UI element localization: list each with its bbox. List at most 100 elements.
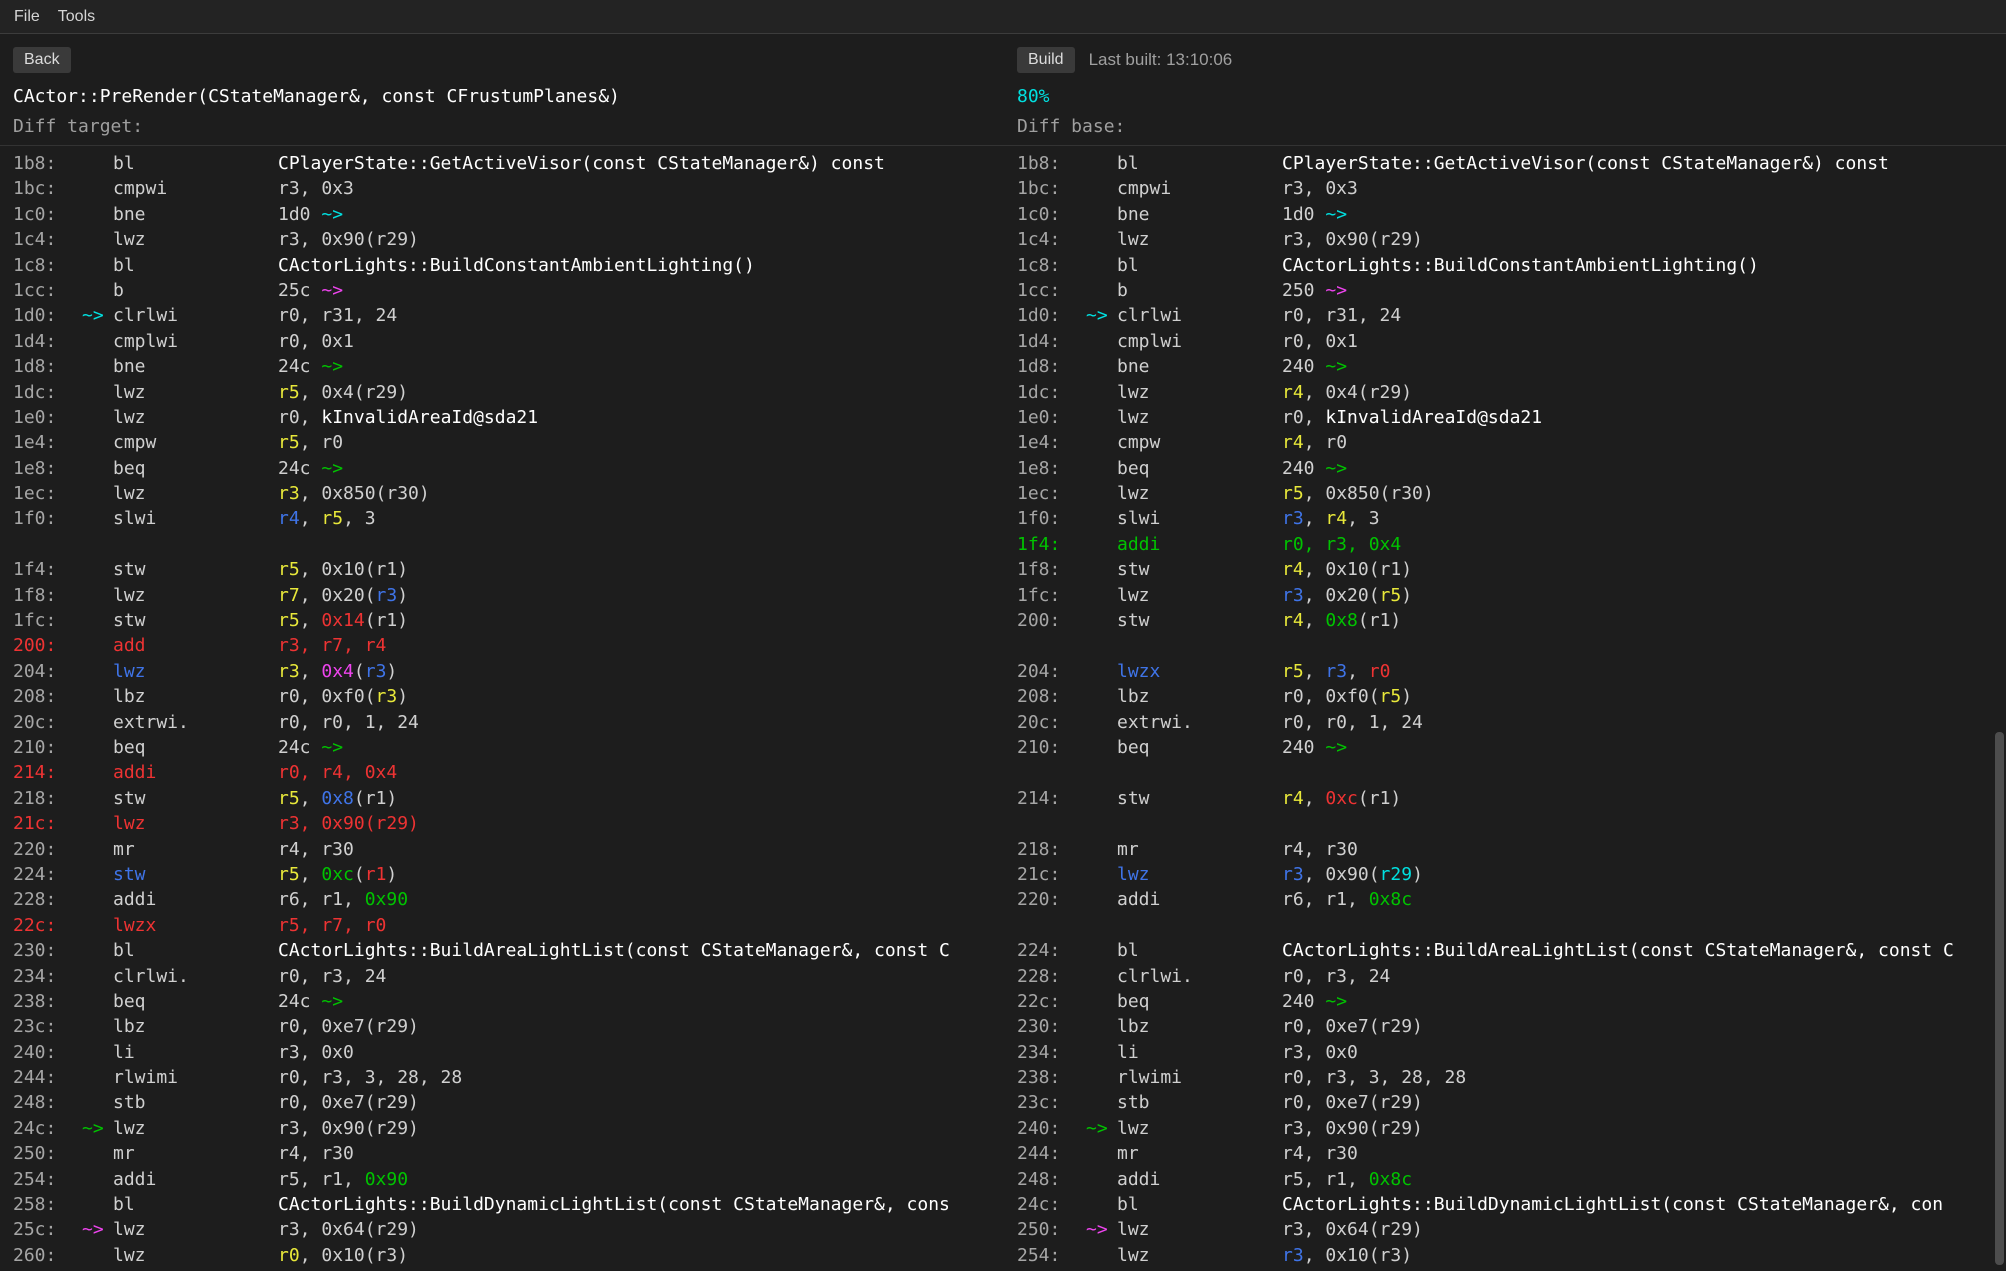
asm-row[interactable]: 1e0:lwzr0, kInvalidAreaId@sda21 [1017, 405, 1990, 430]
asm-row[interactable]: 208:lbzr0, 0xf0(r5) [1017, 684, 1990, 709]
asm-row[interactable]: 21c:lwzr3, 0x90(r29) [13, 811, 1003, 836]
asm-row[interactable]: 240:lir3, 0x0 [13, 1040, 1003, 1065]
asm-row[interactable]: 254:addir5, r1, 0x90 [13, 1167, 1003, 1192]
asm-token: r3 [1282, 1245, 1304, 1266]
asm-row[interactable]: 1fc:stwr5, 0x14(r1) [13, 608, 1003, 633]
asm-row[interactable]: 204:lwzxr5, r3, r0 [1017, 659, 1990, 684]
asm-row[interactable]: 210:beq24c ~> [13, 735, 1003, 760]
asm-row[interactable]: 214:stwr4, 0xc(r1) [1017, 786, 1990, 811]
asm-row[interactable]: 1ec:lwzr3, 0x850(r30) [13, 481, 1003, 506]
asm-row[interactable]: 228:clrlwi.r0, r3, 24 [1017, 964, 1990, 989]
asm-row[interactable]: 220:mrr4, r30 [13, 837, 1003, 862]
asm-row[interactable]: 234:clrlwi.r0, r3, 24 [13, 964, 1003, 989]
asm-row[interactable]: 250:mrr4, r30 [13, 1141, 1003, 1166]
asm-row[interactable]: 248:addir5, r1, 0x8c [1017, 1167, 1990, 1192]
asm-row[interactable]: 1ec:lwzr5, 0x850(r30) [1017, 481, 1990, 506]
asm-row[interactable]: 240:~>lwzr3, 0x90(r29) [1017, 1116, 1990, 1141]
scrollbar[interactable] [1995, 34, 2004, 1271]
asm-row[interactable]: 21c:lwzr3, 0x90(r29) [1017, 862, 1990, 887]
asm-row[interactable]: 250:~>lwzr3, 0x64(r29) [1017, 1217, 1990, 1242]
asm-row[interactable]: 244:rlwimir0, r3, 3, 28, 28 [13, 1065, 1003, 1090]
asm-row[interactable]: 1d8:bne24c ~> [13, 354, 1003, 379]
asm-row[interactable]: 1f8:stwr4, 0x10(r1) [1017, 557, 1990, 582]
asm-row[interactable]: 214:addir0, r4, 0x4 [13, 760, 1003, 785]
asm-row[interactable]: 238:beq24c ~> [13, 989, 1003, 1014]
asm-token: r5 [321, 508, 343, 529]
asm-row[interactable]: 1d0:~>clrlwir0, r31, 24 [13, 303, 1003, 328]
asm-row[interactable]: 234:lir3, 0x0 [1017, 1040, 1990, 1065]
asm-row[interactable]: 260:lwzr0, 0x10(r3) [13, 1243, 1003, 1268]
asm-row[interactable]: 22c:beq240 ~> [1017, 989, 1990, 1014]
asm-row[interactable]: 1cc:b25c ~> [13, 278, 1003, 303]
asm-row[interactable]: 1dc:lwzr5, 0x4(r29) [13, 380, 1003, 405]
asm-row[interactable]: 1bc:cmpwir3, 0x3 [13, 176, 1003, 201]
asm-row[interactable]: 1dc:lwzr4, 0x4(r29) [1017, 380, 1990, 405]
asm-row[interactable]: 1d0:~>clrlwir0, r31, 24 [1017, 303, 1990, 328]
asm-row[interactable]: 224:blCActorLights::BuildAreaLightList(c… [1017, 938, 1990, 963]
asm-row[interactable]: 22c:lwzxr5, r7, r0 [13, 913, 1003, 938]
asm-row[interactable]: 1f0:slwir3, r4, 3 [1017, 506, 1990, 531]
asm-token: ~> [321, 737, 343, 758]
asm-row[interactable]: 1fc:lwzr3, 0x20(r5) [1017, 583, 1990, 608]
build-button[interactable]: Build [1017, 47, 1075, 73]
asm-row[interactable]: 1c8:blCActorLights::BuildConstantAmbient… [1017, 253, 1990, 278]
asm-row[interactable]: 1e4:cmpwr4, r0 [1017, 430, 1990, 455]
asm-token: r0, 0xe7(r29) [1282, 1016, 1423, 1037]
asm-row[interactable]: 1d4:cmplwir0, 0x1 [1017, 329, 1990, 354]
asm-mnemonic: clrlwi. [113, 964, 278, 989]
asm-row[interactable]: 210:beq240 ~> [1017, 735, 1990, 760]
asm-row[interactable]: 218:mrr4, r30 [1017, 837, 1990, 862]
menu-item-tools[interactable]: Tools [52, 4, 101, 30]
asm-token: r4, r30 [278, 839, 354, 860]
asm-row[interactable]: 230:blCActorLights::BuildAreaLightList(c… [13, 938, 1003, 963]
asm-row[interactable]: 220:addir6, r1, 0x8c [1017, 887, 1990, 912]
asm-mnemonic: lwz [113, 1116, 278, 1141]
asm-row[interactable]: 244:mrr4, r30 [1017, 1141, 1990, 1166]
asm-row[interactable]: 248:stbr0, 0xe7(r29) [13, 1090, 1003, 1115]
scrollbar-thumb[interactable] [1995, 732, 2004, 1265]
asm-row[interactable]: 238:rlwimir0, r3, 3, 28, 28 [1017, 1065, 1990, 1090]
asm-row[interactable]: 218:stwr5, 0x8(r1) [13, 786, 1003, 811]
asm-row[interactable]: 224:stwr5, 0xc(r1) [13, 862, 1003, 887]
asm-row[interactable]: 200:addr3, r7, r4 [13, 633, 1003, 658]
back-button[interactable]: Back [13, 47, 71, 73]
asm-row[interactable]: 1c8:blCActorLights::BuildConstantAmbient… [13, 253, 1003, 278]
asm-mnemonic: mr [113, 1141, 278, 1166]
asm-row[interactable]: 1d8:bne240 ~> [1017, 354, 1990, 379]
asm-row[interactable]: 1f4:addir0, r3, 0x4 [1017, 532, 1990, 557]
asm-row[interactable]: 258:blCActorLights::BuildDynamicLightLis… [13, 1192, 1003, 1217]
asm-row[interactable]: 208:lbzr0, 0xf0(r3) [13, 684, 1003, 709]
asm-row[interactable]: 1f0:slwir4, r5, 3 [13, 506, 1003, 531]
asm-row[interactable]: 24c:~>lwzr3, 0x90(r29) [13, 1116, 1003, 1141]
asm-row[interactable]: 23c:lbzr0, 0xe7(r29) [13, 1014, 1003, 1039]
asm-row[interactable]: 1c4:lwzr3, 0x90(r29) [1017, 227, 1990, 252]
asm-row[interactable]: 25c:~>lwzr3, 0x64(r29) [13, 1217, 1003, 1242]
asm-row[interactable]: 1c0:bne1d0 ~> [13, 202, 1003, 227]
asm-row[interactable]: 1c4:lwzr3, 0x90(r29) [13, 227, 1003, 252]
asm-row[interactable]: 1b8:blCPlayerState::GetActiveVisor(const… [1017, 151, 1990, 176]
asm-row[interactable]: 1f4:stwr5, 0x10(r1) [13, 557, 1003, 582]
asm-row[interactable]: 23c:stbr0, 0xe7(r29) [1017, 1090, 1990, 1115]
asm-row[interactable]: 228:addir6, r1, 0x90 [13, 887, 1003, 912]
branch-arrow-icon [1086, 989, 1117, 1014]
asm-row[interactable]: 1e4:cmpwr5, r0 [13, 430, 1003, 455]
asm-row[interactable]: 1e0:lwzr0, kInvalidAreaId@sda21 [13, 405, 1003, 430]
asm-row[interactable]: 1cc:b250 ~> [1017, 278, 1990, 303]
asm-row[interactable]: 1bc:cmpwir3, 0x3 [1017, 176, 1990, 201]
asm-row[interactable]: 204:lwzr3, 0x4(r3) [13, 659, 1003, 684]
asm-row[interactable]: 1e8:beq240 ~> [1017, 456, 1990, 481]
asm-mnemonic: extrwi. [1117, 710, 1282, 735]
asm-row[interactable]: 200:stwr4, 0x8(r1) [1017, 608, 1990, 633]
asm-row[interactable]: 1d4:cmplwir0, 0x1 [13, 329, 1003, 354]
asm-row[interactable]: 24c:blCActorLights::BuildDynamicLightLis… [1017, 1192, 1990, 1217]
asm-row[interactable]: 1c0:bne1d0 ~> [1017, 202, 1990, 227]
asm-row[interactable]: 230:lbzr0, 0xe7(r29) [1017, 1014, 1990, 1039]
asm-operands: r4, r0 [1282, 430, 1990, 455]
menu-item-file[interactable]: File [8, 4, 46, 30]
asm-row[interactable]: 1e8:beq24c ~> [13, 456, 1003, 481]
asm-row[interactable]: 1b8:blCPlayerState::GetActiveVisor(const… [13, 151, 1003, 176]
asm-row[interactable]: 1f8:lwzr7, 0x20(r3) [13, 583, 1003, 608]
asm-row[interactable]: 20c:extrwi.r0, r0, 1, 24 [1017, 710, 1990, 735]
asm-row[interactable]: 254:lwzr3, 0x10(r3) [1017, 1243, 1990, 1268]
asm-row[interactable]: 20c:extrwi.r0, r0, 1, 24 [13, 710, 1003, 735]
